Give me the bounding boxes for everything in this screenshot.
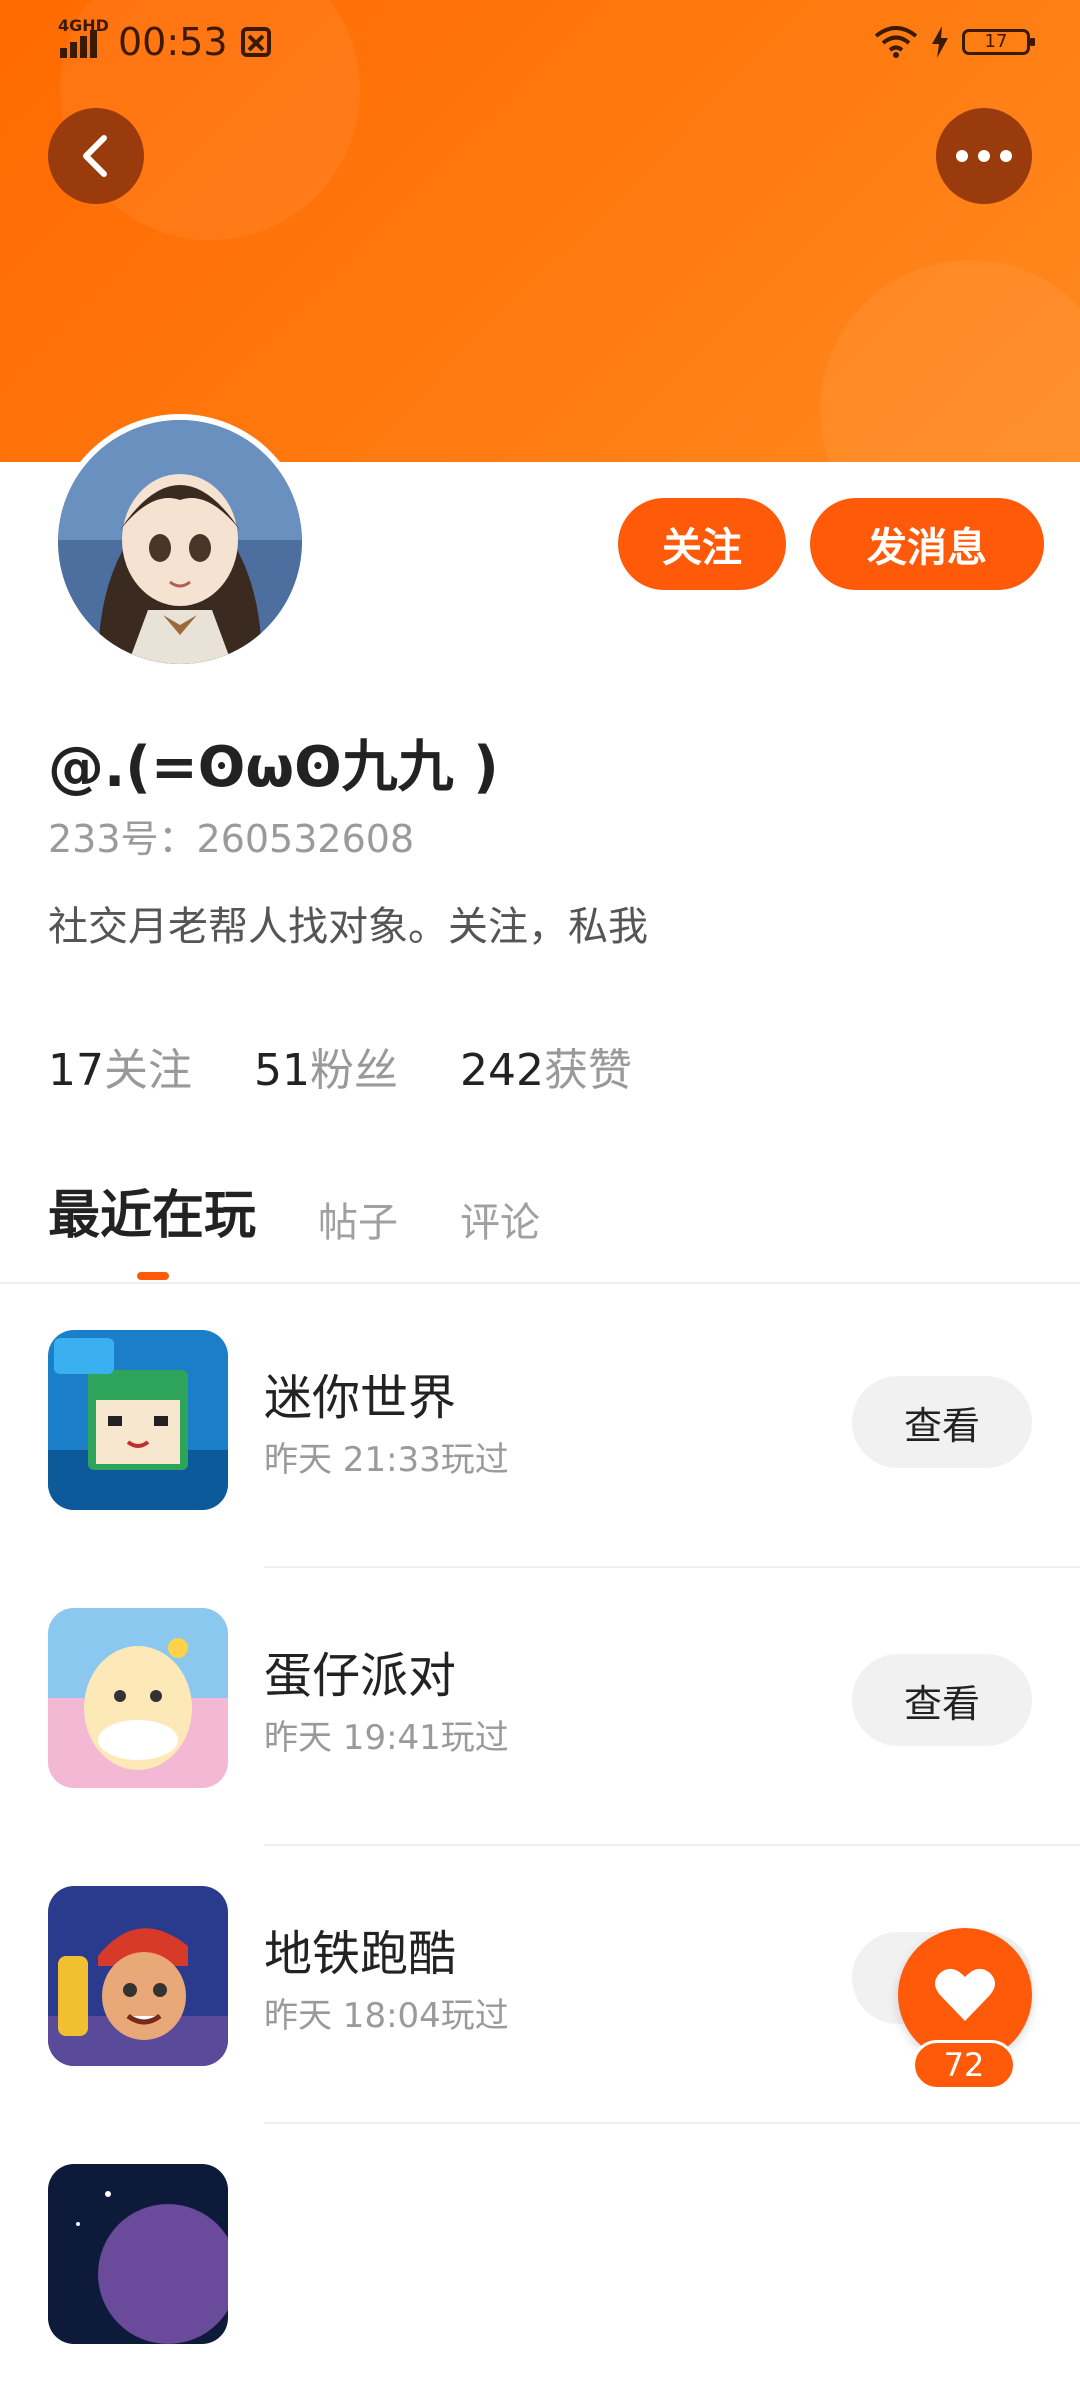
clock: 00:53 [118, 20, 228, 64]
eggy-party-icon [48, 1608, 228, 1788]
back-button[interactable] [48, 108, 144, 204]
bio: 社交月老帮人找对象。关注，私我 [48, 904, 648, 950]
space-game-icon [48, 2164, 228, 2344]
game-name: 地铁跑酷 [264, 1926, 457, 1982]
chevron-left-icon [83, 135, 107, 177]
username: @.(=ʘωʘ九九 ) [48, 735, 499, 800]
stat-label: 关注 [104, 1045, 192, 1096]
profile-stats: 17关注 51粉丝 242获赞 [48, 1034, 632, 1098]
divider [0, 1282, 1080, 1284]
stat-number: 242 [460, 1045, 544, 1096]
stat-number: 17 [48, 1045, 104, 1096]
game-name: 迷你世界 [264, 1370, 457, 1426]
last-played-time: 昨天 19:41玩过 [264, 1718, 509, 1758]
tab-comments[interactable]: 评论 [460, 1190, 540, 1248]
view-button[interactable]: 查看 [852, 1376, 1032, 1468]
list-item[interactable]: 迷你世界 昨天 21:33玩过 查看 [0, 1290, 1080, 1568]
stat-fans[interactable]: 51粉丝 [254, 1034, 398, 1098]
status-bar: 4GHD 00:53 17 [0, 0, 1080, 90]
wifi-icon [874, 26, 918, 58]
tab-indicator [137, 1272, 169, 1280]
avatar[interactable] [52, 414, 308, 670]
list-item[interactable]: 蛋仔派对 昨天 19:41玩过 查看 [0, 1568, 1080, 1846]
signal-icon [60, 30, 97, 58]
status-icons: 17 [874, 22, 1035, 62]
battery-level: 17 [984, 31, 1008, 52]
heart-icon [935, 1968, 995, 2021]
subway-surfers-icon [48, 1886, 228, 2066]
more-dots-icon [956, 150, 1012, 162]
battery-icon: 17 [962, 29, 1035, 55]
stat-likes[interactable]: 242获赞 [460, 1034, 632, 1098]
tab-recent-games[interactable]: 最近在玩 [48, 1173, 256, 1248]
avatar-image [58, 420, 302, 664]
tab-posts[interactable]: 帖子 [318, 1190, 398, 1248]
stat-label: 获赞 [543, 1045, 632, 1096]
charging-icon [932, 26, 948, 58]
last-played-time: 昨天 21:33玩过 [264, 1440, 509, 1480]
like-count: 72 [912, 2040, 1016, 2090]
profile-tabs: 最近在玩 帖子 评论 [48, 1178, 602, 1248]
game-name: 蛋仔派对 [264, 1648, 457, 1704]
stat-number: 51 [254, 1045, 310, 1096]
last-played-time: 昨天 18:04玩过 [264, 1996, 509, 2036]
list-item[interactable] [0, 2124, 1080, 2402]
follow-button[interactable]: 关注 [618, 498, 786, 590]
send-message-button[interactable]: 发消息 [810, 498, 1044, 590]
more-button[interactable] [936, 108, 1032, 204]
sim-icon [241, 27, 271, 57]
view-button[interactable]: 查看 [852, 1654, 1032, 1746]
banner-decoration [820, 260, 1080, 462]
stat-label: 粉丝 [310, 1045, 398, 1096]
mini-world-icon [48, 1330, 228, 1510]
user-id: 233号：260532608 [48, 817, 415, 861]
stat-following[interactable]: 17关注 [48, 1034, 192, 1098]
